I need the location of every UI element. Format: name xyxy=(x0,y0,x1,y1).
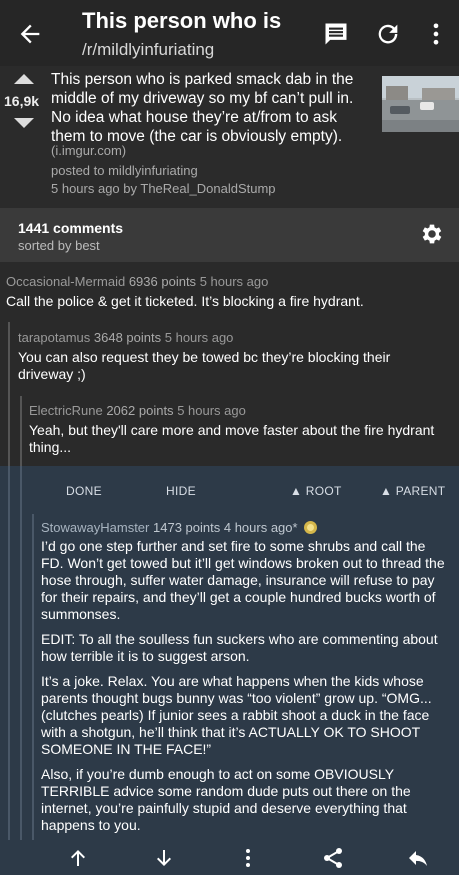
comment-body: Yeah, but they'll care more and move fas… xyxy=(29,422,435,455)
comment-paragraph: EDIT: To all the soulless fun suckers wh… xyxy=(41,631,438,664)
comment-time: 5 hours ago xyxy=(199,274,269,289)
selected-comment[interactable]: StowawayHamster 1473 points 4 hours ago*… xyxy=(41,520,451,834)
comment-meta: tarapotamus 3648 points 5 hours ago xyxy=(18,330,438,345)
comment-meta: StowawayHamster 1473 points 4 hours ago* xyxy=(41,520,451,535)
sort-label[interactable]: sorted by best xyxy=(18,238,100,253)
comment-author[interactable]: tarapotamus xyxy=(18,330,90,345)
more-vert-icon[interactable] xyxy=(236,846,260,870)
depth-indicator xyxy=(20,396,22,466)
upvote-icon[interactable] xyxy=(66,846,90,870)
comment-points: 6936 points xyxy=(128,274,197,289)
comment-points: 1473 points xyxy=(153,520,221,535)
hide-button[interactable]: HIDE xyxy=(166,484,196,498)
comment-paragraph: I’d go one step further and set fire to … xyxy=(41,538,445,622)
top-app-bar: This person who is parked smack dab in t… xyxy=(0,0,459,66)
comment-paragraph: Also, if you’re dumb enough to act on so… xyxy=(41,766,411,833)
upvote-arrow-icon[interactable] xyxy=(14,74,34,84)
comment-time: 4 hours ago* xyxy=(223,520,298,535)
comment-author[interactable]: Occasional-Mermaid xyxy=(6,274,125,289)
comment-body: You can also request they be towed bc th… xyxy=(18,349,391,382)
comment-meta: ElectricRune 2062 points 5 hours ago xyxy=(29,403,449,418)
comment-item[interactable]: tarapotamus 3648 points 5 hours ago You … xyxy=(18,330,438,383)
more-vert-icon[interactable] xyxy=(422,20,450,48)
bottom-action-bar xyxy=(0,840,459,875)
parent-button[interactable]: ▲ PARENT xyxy=(380,484,445,498)
post-subreddit: posted to mildlyinfuriating xyxy=(51,163,198,178)
post-meta: 5 hours ago by TheReal_DonaldStump xyxy=(51,181,276,196)
comment-paragraph: It’s a joke. Relax. You are what happens… xyxy=(41,673,432,757)
comment-actions: DONE HIDE ▲ ROOT ▲ PARENT xyxy=(0,466,459,514)
done-button[interactable]: DONE xyxy=(66,484,102,498)
subreddit-label[interactable]: /r/mildlyinfuriating xyxy=(82,40,214,60)
share-icon[interactable] xyxy=(321,846,345,870)
comment-item[interactable]: ElectricRune 2062 points 5 hours ago Yea… xyxy=(29,403,449,456)
comment-icon[interactable] xyxy=(322,20,350,48)
comment-item[interactable]: Occasional-Mermaid 6936 points 5 hours a… xyxy=(6,274,454,310)
comment-author[interactable]: StowawayHamster xyxy=(41,520,149,535)
back-arrow-icon[interactable] xyxy=(16,20,44,48)
reply-icon[interactable] xyxy=(406,846,430,870)
comment-body: Call the police & get it ticketed. It’s … xyxy=(6,293,364,309)
post-domain: (i.imgur.com) xyxy=(51,143,127,158)
post-title[interactable]: This person who is parked smack dab in t… xyxy=(51,70,371,146)
depth-indicator xyxy=(8,322,10,466)
gold-award-icon xyxy=(304,521,318,534)
downvote-arrow-icon[interactable] xyxy=(14,118,34,128)
comment-points: 3648 points xyxy=(93,330,162,345)
comment-time: 5 hours ago xyxy=(164,330,234,345)
thumbnail-image xyxy=(382,76,459,132)
comment-count: 1441 comments xyxy=(18,220,124,236)
downvote-icon[interactable] xyxy=(152,846,176,870)
refresh-icon[interactable] xyxy=(374,20,402,48)
comment-time: 5 hours ago xyxy=(177,403,246,418)
comment-points: 2062 points xyxy=(106,403,174,418)
depth-indicator xyxy=(8,466,10,840)
root-button[interactable]: ▲ ROOT xyxy=(290,484,342,498)
comments-bar: 1441 comments sorted by best xyxy=(0,208,459,262)
post-score: 16,9k xyxy=(4,93,40,109)
page-title: This person who is parked smack dab in t… xyxy=(82,8,288,33)
depth-indicator xyxy=(32,514,34,840)
post-thumbnail[interactable] xyxy=(382,76,459,132)
gear-icon[interactable] xyxy=(419,221,445,247)
depth-indicator xyxy=(20,466,22,840)
comment-author[interactable]: ElectricRune xyxy=(29,403,103,418)
comment-meta: Occasional-Mermaid 6936 points 5 hours a… xyxy=(6,274,454,289)
post-header[interactable]: 16,9k This person who is parked smack da… xyxy=(0,66,459,208)
